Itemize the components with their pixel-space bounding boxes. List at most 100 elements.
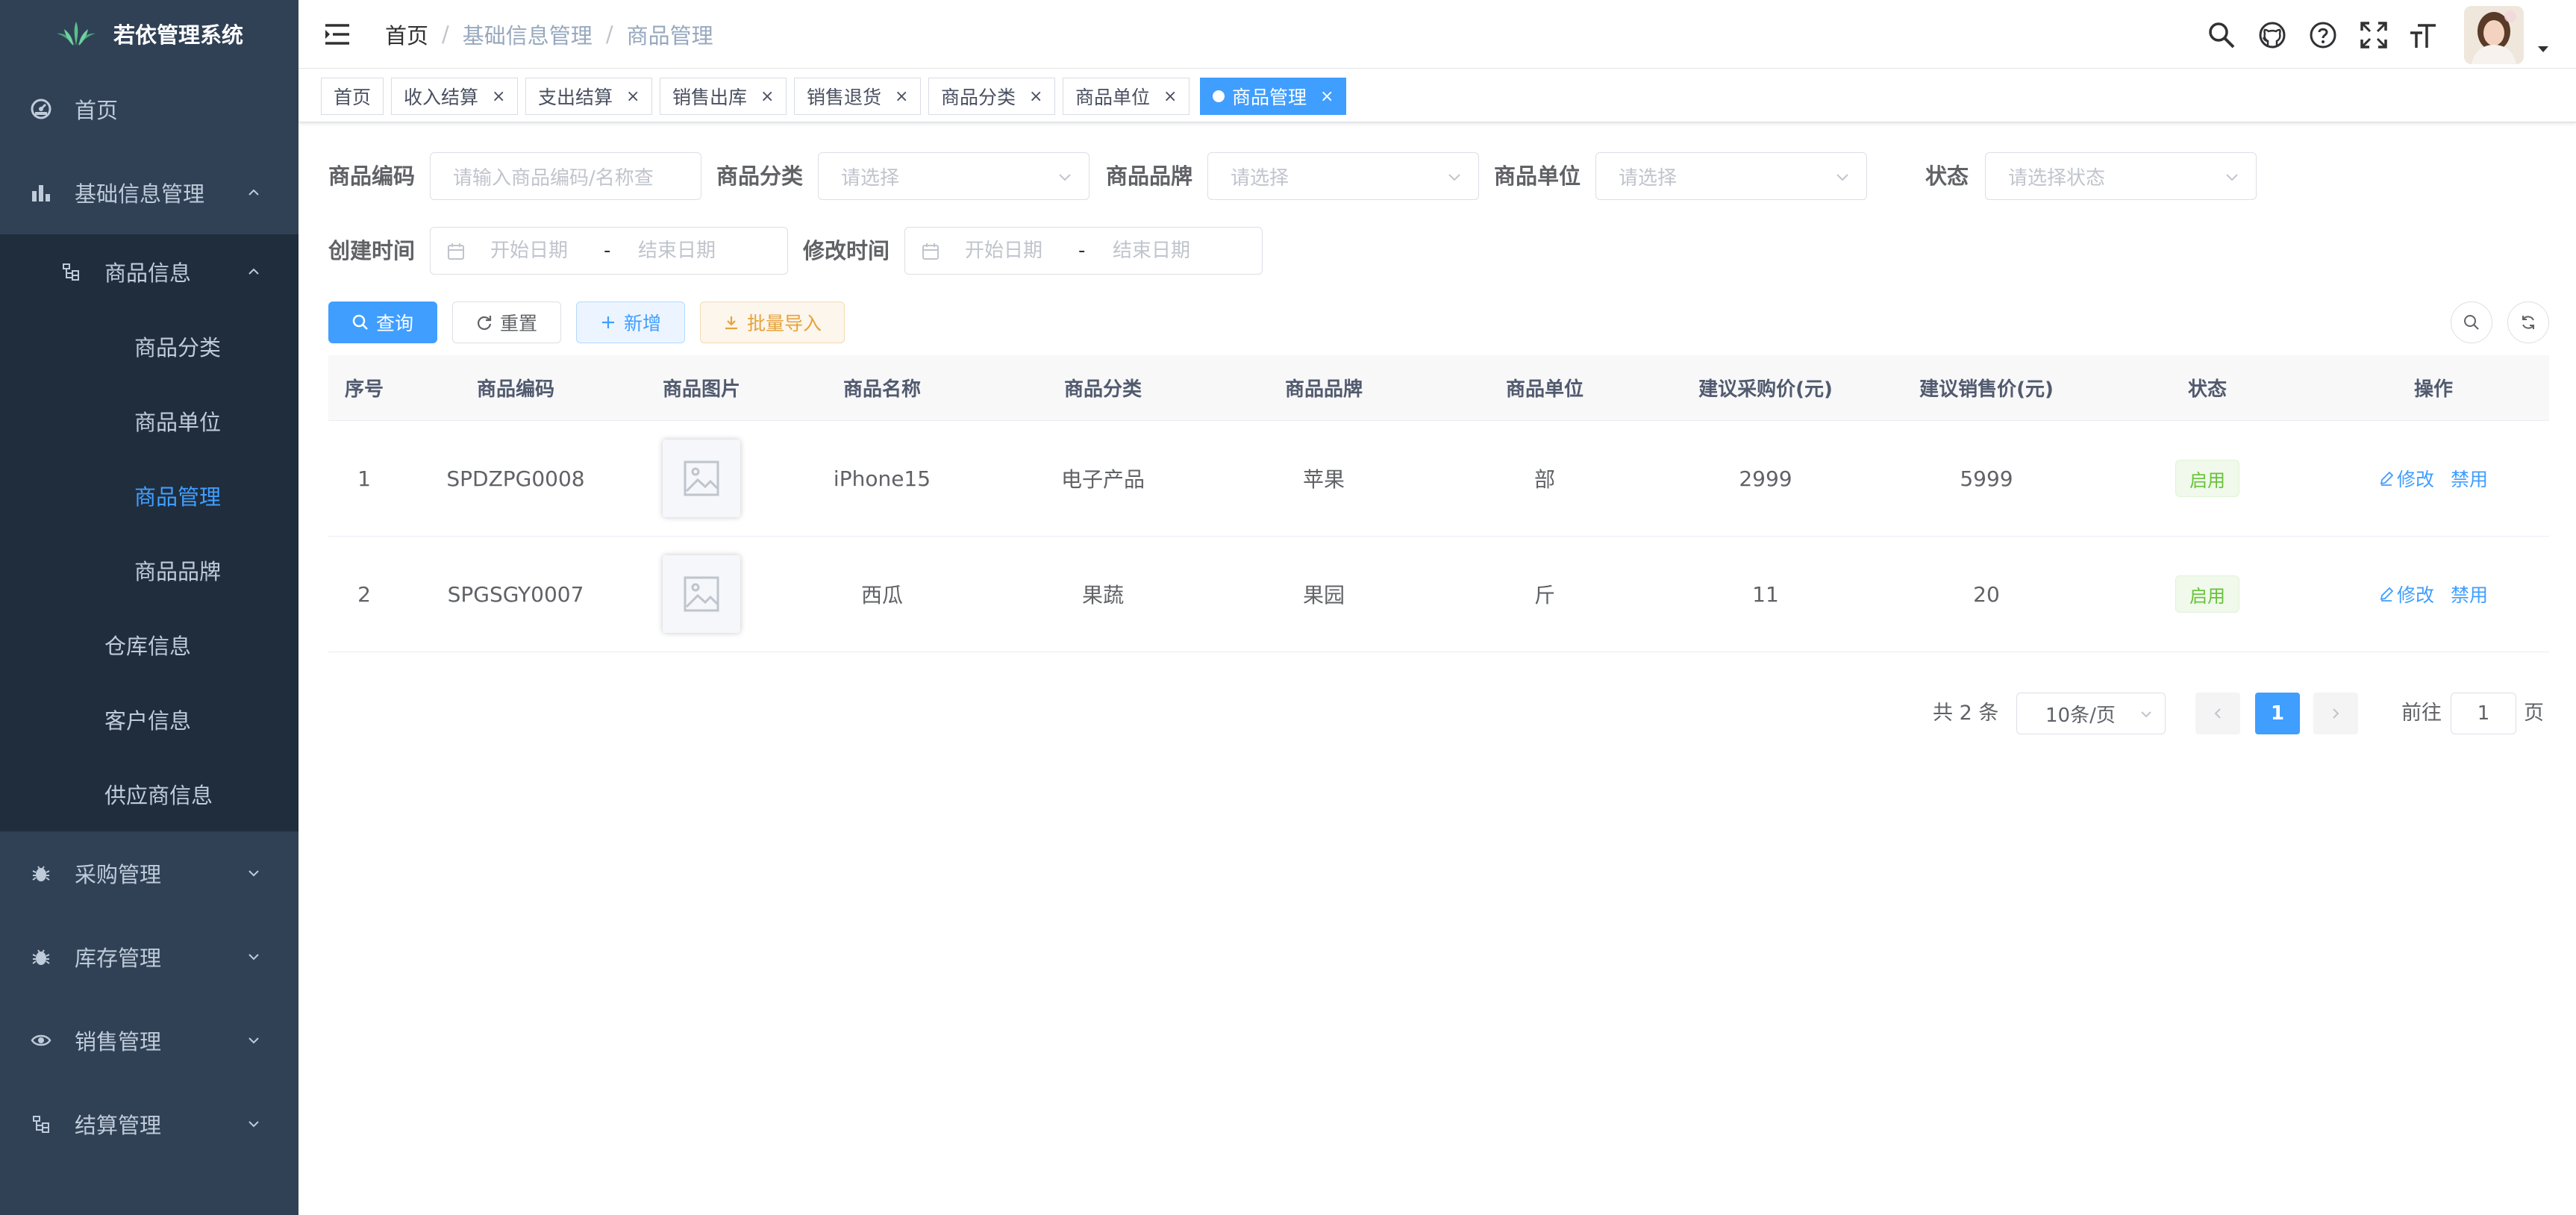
tag-expense-settlement[interactable]: 支出结算 ×	[525, 78, 653, 115]
column-header: 建议采购价(元)	[1698, 378, 1833, 401]
button-label: 重置	[499, 313, 537, 334]
chevron-left-icon	[2214, 708, 2221, 719]
goods-code-input[interactable]: 请输入商品编码/名称查	[430, 152, 701, 200]
cell-name: 西瓜	[860, 583, 903, 608]
github-icon[interactable]	[2257, 19, 2288, 51]
sidebar-item-purchase[interactable]: 采购管理	[0, 831, 298, 915]
sidebar-item-goods-brand[interactable]: 商品品牌	[0, 533, 298, 608]
avatar[interactable]	[2464, 6, 2524, 64]
close-icon[interactable]: ×	[492, 87, 505, 106]
tag-label: 支出结算	[538, 87, 613, 108]
next-page-button[interactable]	[2313, 693, 2358, 734]
sidebar-item-basic-info[interactable]: 基础信息管理	[0, 151, 298, 234]
reset-button[interactable]: 重置	[452, 302, 561, 343]
tag-sales-return[interactable]: 销售退货 ×	[794, 78, 922, 115]
sidebar-item-warehouse[interactable]: 仓库信息	[0, 608, 298, 682]
goods-image-placeholder[interactable]	[663, 555, 740, 633]
close-icon[interactable]: ×	[760, 87, 774, 106]
tree-icon	[30, 1113, 52, 1135]
image-icon	[684, 460, 719, 496]
caret-down-icon[interactable]	[2537, 45, 2549, 54]
chevron-down-icon	[1836, 174, 1848, 181]
page-size-select[interactable]: 10条/页	[2016, 693, 2166, 734]
breadcrumb-home[interactable]: 首页	[385, 19, 428, 50]
sidebar: 若依管理系统 首页 基础信息管理 商品信息 商品分类 商品单位 商品管理 商品品…	[0, 0, 298, 1215]
refresh-icon	[2522, 316, 2534, 329]
chevron-down-icon	[248, 1121, 259, 1128]
column-header: 建议销售价(元)	[1919, 378, 2054, 401]
search-icon[interactable]	[2206, 19, 2237, 51]
disable-link[interactable]: 禁用	[2451, 465, 2488, 492]
search-icon	[2464, 315, 2479, 330]
edit-icon	[2380, 471, 2394, 486]
sidebar-item-goods-unit[interactable]: 商品单位	[0, 384, 298, 458]
goods-image-placeholder[interactable]	[663, 440, 740, 517]
table-row: 1 SPDZPG0008 iPhone15 电子产品 苹果 部 2999 599…	[328, 421, 2549, 537]
query-button[interactable]: 查询	[328, 302, 437, 343]
app-title: 若依管理系统	[113, 22, 243, 48]
select-placeholder: 请选择	[1231, 166, 1289, 190]
disable-link[interactable]: 禁用	[2451, 581, 2488, 608]
sidebar-item-goods-info[interactable]: 商品信息	[0, 234, 298, 309]
cell-code: SPDZPG0008	[446, 466, 585, 491]
modified-time-label: 修改时间	[803, 238, 890, 263]
edit-link[interactable]: 修改	[2379, 465, 2434, 492]
sidebar-item-goods-category[interactable]: 商品分类	[0, 309, 298, 384]
sidebar-item-inventory[interactable]: 库存管理	[0, 915, 298, 999]
sidebar-item-supplier[interactable]: 供应商信息	[0, 757, 298, 831]
status-badge: 启用	[2175, 575, 2239, 613]
tag-goods-unit[interactable]: 商品单位 ×	[1063, 78, 1190, 115]
logo[interactable]: 若依管理系统	[0, 0, 298, 67]
tag-home[interactable]: 首页	[321, 78, 384, 115]
modified-date-range[interactable]: 开始日期 - 结束日期	[904, 227, 1263, 275]
tag-income-settlement[interactable]: 收入结算 ×	[391, 78, 519, 115]
created-date-range[interactable]: 开始日期 - 结束日期	[430, 227, 788, 275]
chevron-up-icon	[248, 189, 259, 196]
tag-goods-management[interactable]: 商品管理 ×	[1200, 78, 1347, 115]
column-header: 商品单位	[1505, 378, 1584, 401]
sidebar-item-goods-management[interactable]: 商品管理	[0, 458, 298, 533]
close-icon[interactable]: ×	[1029, 87, 1042, 106]
close-icon[interactable]: ×	[626, 87, 640, 106]
cell-purchase-price: 2999	[1739, 466, 1792, 491]
close-icon[interactable]: ×	[1163, 87, 1177, 106]
menu-fold-icon[interactable]	[324, 21, 351, 48]
toggle-search-button[interactable]	[2451, 302, 2492, 343]
page-unit-label: 页	[2524, 702, 2544, 725]
edit-link[interactable]: 修改	[2379, 581, 2434, 608]
goods-brand-select[interactable]: 请选择	[1207, 152, 1479, 200]
edit-label: 修改	[2396, 584, 2434, 606]
disable-label: 禁用	[2451, 584, 2489, 606]
refresh-button[interactable]	[2507, 302, 2549, 343]
page-size-value: 10条/页	[2045, 704, 2116, 727]
fullscreen-icon[interactable]	[2358, 19, 2389, 51]
goods-table: 序号 商品编码 商品图片 商品名称 商品分类 商品品牌 商品单位 建议采购价(元…	[328, 355, 2549, 652]
sidebar-item-sales[interactable]: 销售管理	[0, 999, 298, 1082]
goods-unit-select[interactable]: 请选择	[1595, 152, 1867, 200]
page-number[interactable]: 1	[2255, 693, 2300, 734]
batch-import-button[interactable]: 批量导入	[700, 302, 845, 343]
cell-code: SPGSGY0007	[447, 581, 584, 607]
font-size-icon[interactable]	[2407, 19, 2439, 51]
navbar: 首页 / 基础信息管理 / 商品管理	[298, 0, 2576, 69]
cell-image	[631, 421, 772, 536]
add-button[interactable]: 新增	[576, 302, 685, 343]
sidebar-item-customer[interactable]: 客户信息	[0, 682, 298, 757]
prev-page-button[interactable]	[2195, 693, 2240, 734]
dashboard-icon	[30, 98, 52, 120]
close-icon[interactable]: ×	[895, 87, 908, 106]
sidebar-item-label: 商品品牌	[134, 559, 222, 584]
cell-category: 电子产品	[1060, 467, 1145, 492]
sidebar-item-settlement[interactable]: 结算管理	[0, 1082, 298, 1166]
tag-goods-category[interactable]: 商品分类 ×	[928, 78, 1056, 115]
cell-actions: 修改 禁用	[2318, 537, 2549, 652]
status-select[interactable]: 请选择状态	[1985, 152, 2257, 200]
goto-page-input[interactable]: 1	[2451, 693, 2516, 734]
tag-sales-outbound[interactable]: 销售出库 ×	[660, 78, 787, 115]
goods-category-select[interactable]: 请选择	[818, 152, 1090, 200]
column-header: 商品名称	[842, 378, 921, 401]
sidebar-item-home[interactable]: 首页	[0, 67, 298, 151]
help-icon[interactable]	[2307, 19, 2339, 51]
close-icon[interactable]: ×	[1320, 87, 1334, 106]
cell-sale-price: 20	[1973, 581, 2000, 607]
